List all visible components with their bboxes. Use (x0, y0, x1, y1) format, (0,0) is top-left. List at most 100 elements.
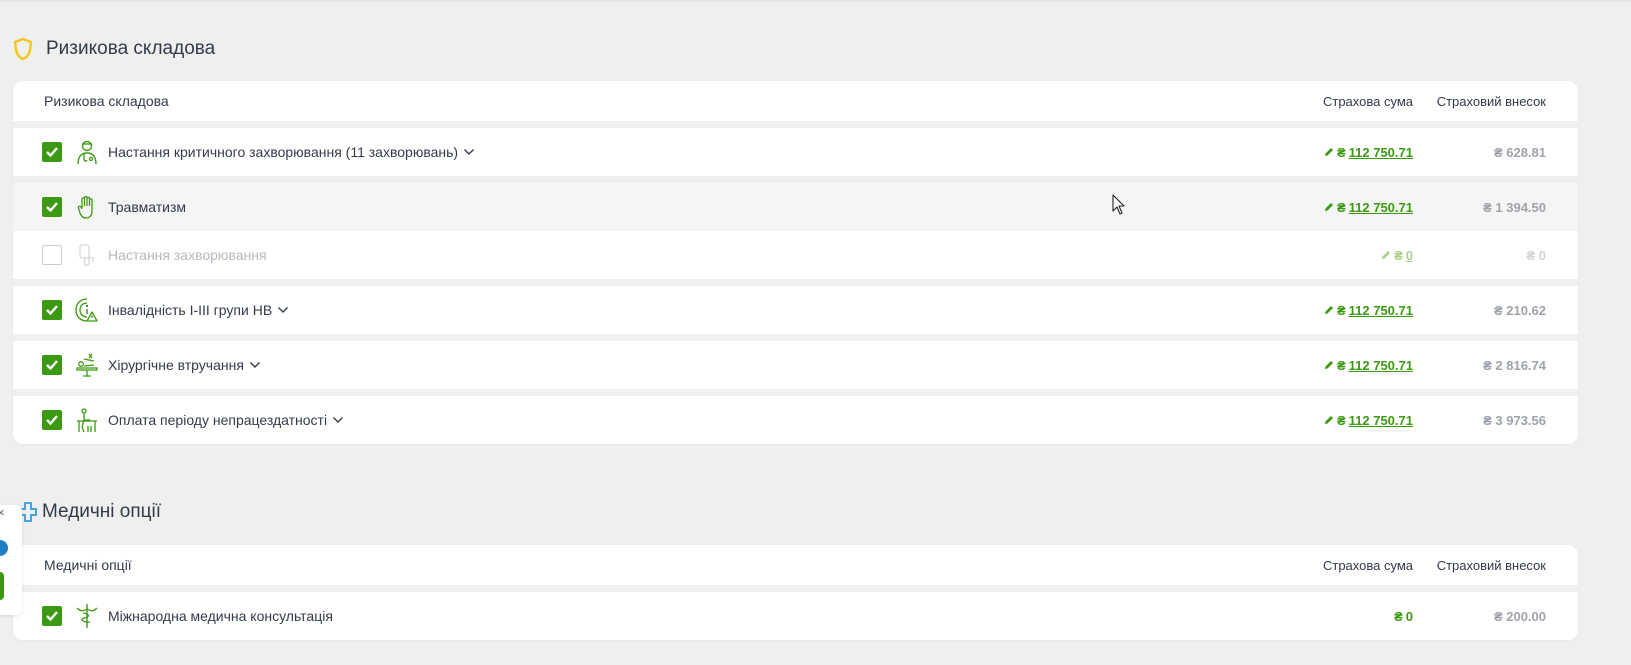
risk-row-sick-leave[interactable]: Оплата періоду непрацездатності ₴ 112 75… (13, 396, 1578, 444)
row-separator (13, 585, 1578, 592)
medical-table: Медичні опції Страхова сума Страховий вн… (13, 545, 1578, 640)
currency-sign: ₴ (1493, 608, 1503, 624)
risk-row-text: Настання захворювання (108, 247, 267, 263)
checkbox-checked[interactable] (42, 142, 62, 162)
currency-sign: ₴ (1336, 144, 1346, 160)
row-separator (13, 389, 1578, 396)
currency-sign: ₴ (1493, 144, 1503, 160)
pencil-icon[interactable] (1324, 202, 1334, 212)
checkbox-checked[interactable] (42, 410, 62, 430)
row-separator (13, 121, 1578, 128)
risk-row-disability[interactable]: Інвалідність I-III групи НВ ₴ 112 750.71… (13, 286, 1578, 334)
insured-sum-value[interactable]: 112 750.71 (1349, 413, 1413, 428)
chevron-down-icon[interactable] (332, 416, 344, 424)
insured-sum[interactable]: ₴ 112 750.71 (1324, 200, 1413, 215)
currency-sign: ₴ (1336, 302, 1346, 318)
insured-sum[interactable]: ₴ 0 (1381, 248, 1413, 263)
risk-row-surgery[interactable]: Хірургічне втручання ₴ 112 750.71 ₴ 2 81… (13, 341, 1578, 389)
row-separator (13, 176, 1578, 183)
checkbox-checked[interactable] (42, 355, 62, 375)
currency-sign: ₴ (1394, 608, 1403, 624)
chevron-down-icon[interactable] (249, 361, 261, 369)
checkbox-checked[interactable] (42, 606, 62, 626)
checkbox-checked[interactable] (42, 197, 62, 217)
risk-row-label[interactable]: Травматизм (108, 199, 186, 215)
risk-row-text: Інвалідність I-III групи НВ (108, 302, 273, 318)
pencil-icon[interactable] (1324, 415, 1334, 425)
insured-sum[interactable]: ₴ 112 750.71 (1324, 358, 1413, 373)
risk-row-illness[interactable]: Настання захворювання ₴ 0 ₴ 0 (13, 231, 1578, 279)
risk-section-title: Ризикова складова (12, 37, 215, 61)
chevron-down-icon[interactable] (463, 148, 475, 156)
currency-sign: ₴ (1526, 247, 1536, 263)
premium-value: 3 973.56 (1495, 412, 1546, 428)
currency-sign: ₴ (1336, 199, 1346, 215)
pencil-icon[interactable] (1324, 360, 1334, 370)
currency-sign: ₴ (1336, 357, 1346, 373)
checkbox-checked[interactable] (42, 300, 62, 320)
medical-header-sum: Страхова сума (1322, 557, 1413, 573)
premium: ₴ 200.00 (1494, 609, 1546, 624)
currency-sign: ₴ (1394, 247, 1403, 263)
side-widget[interactable]: × (0, 505, 22, 615)
insured-sum[interactable]: ₴ 112 750.71 (1324, 413, 1413, 428)
medical-header-fee: Страховий внесок (1436, 557, 1546, 573)
insured-sum-value[interactable]: 112 750.71 (1349, 303, 1413, 318)
row-separator (13, 334, 1578, 341)
insured-sum-value: 0 (1405, 608, 1413, 624)
risk-row-label[interactable]: Інвалідність I-III групи НВ (108, 302, 289, 318)
medical-row-text: Міжнародна медична консультація (108, 608, 333, 624)
premium: ₴ 1 394.50 (1483, 200, 1546, 215)
insured-sum[interactable]: ₴ 112 750.71 (1324, 303, 1413, 318)
premium-value: 210.62 (1506, 302, 1546, 318)
pencil-icon[interactable] (1381, 250, 1391, 260)
insured-sum-value[interactable]: 112 750.71 (1349, 200, 1413, 215)
pencil-icon[interactable] (1324, 305, 1334, 315)
doctor-icon (77, 140, 97, 165)
risk-header-fee: Страховий внесок (1436, 93, 1546, 109)
medical-section-title: Медичні опції (18, 501, 161, 523)
premium-value: 200.00 (1506, 608, 1546, 624)
risk-row-critical-illness[interactable]: Настання критичного захворювання (11 зах… (13, 128, 1578, 176)
premium-value: 2 816.74 (1495, 357, 1546, 373)
risk-row-text: Травматизм (108, 199, 186, 215)
chat-icon[interactable] (0, 538, 8, 558)
surgery-icon (76, 353, 98, 377)
phone-icon[interactable] (0, 572, 8, 600)
premium: ₴ 628.81 (1494, 145, 1546, 160)
risk-section-title-text: Ризикова складова (46, 38, 216, 59)
chevron-down-icon[interactable] (277, 306, 289, 314)
premium: ₴ 2 816.74 (1483, 358, 1546, 373)
currency-sign: ₴ (1483, 412, 1492, 428)
risk-row-label[interactable]: Настання захворювання (108, 247, 267, 263)
currency-sign: ₴ (1483, 199, 1492, 215)
mouse-cursor-icon (1112, 194, 1125, 215)
medical-row-consultation[interactable]: Міжнародна медична консультація ₴ 0 ₴ 20… (13, 592, 1578, 640)
close-icon[interactable]: × (0, 505, 5, 520)
medical-table-header: Медичні опції Страхова сума Страховий вн… (13, 545, 1578, 585)
currency-sign: ₴ (1336, 412, 1346, 428)
insured-sum-value[interactable]: 112 750.71 (1349, 358, 1413, 373)
medical-row-label[interactable]: Міжнародна медична консультація (108, 608, 333, 624)
row-separator (13, 279, 1578, 286)
currency-sign: ₴ (1493, 302, 1503, 318)
insured-sum-value[interactable]: 112 750.71 (1349, 145, 1413, 160)
risk-row-label[interactable]: Настання критичного захворювання (11 зах… (108, 144, 475, 160)
shield-icon (13, 37, 33, 61)
premium-value: 1 394.50 (1495, 199, 1546, 215)
risk-row-text: Оплата періоду непрацездатності (108, 412, 328, 428)
risk-row-label[interactable]: Хірургічне втручання (108, 357, 261, 373)
insured-sum-value[interactable]: 0 (1406, 248, 1413, 263)
medical-section-title-text: Медичні опції (42, 501, 162, 522)
risk-table-header: Ризикова складова Страхова сума Страхови… (13, 81, 1578, 121)
medical-icon (79, 244, 94, 267)
top-divider (0, 0, 1631, 2)
checkbox-unchecked[interactable] (42, 245, 62, 265)
insured-sum[interactable]: ₴ 112 750.71 (1324, 145, 1413, 160)
hand-icon (77, 195, 93, 219)
insured-sum: ₴ 0 (1394, 609, 1413, 624)
disability-icon (75, 298, 98, 322)
pencil-icon[interactable] (1324, 147, 1334, 157)
risk-row-label[interactable]: Оплата періоду непрацездатності (108, 412, 344, 428)
risk-row-trauma[interactable]: Травматизм ₴ 112 750.71 ₴ 1 394.50 (13, 183, 1578, 231)
